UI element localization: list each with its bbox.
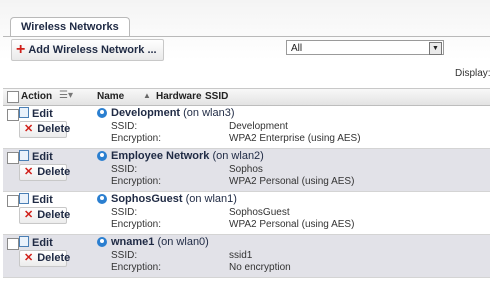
column-header-hardware[interactable]: Hardware bbox=[156, 91, 202, 102]
encryption-label: Encryption: bbox=[111, 133, 162, 144]
edit-label: Edit bbox=[32, 194, 53, 206]
table-header: Action ☰▾ Name ▲ Hardware SSID bbox=[3, 89, 490, 106]
edit-button[interactable]: Edit bbox=[19, 193, 57, 206]
x-icon: ✕ bbox=[24, 209, 34, 221]
add-wireless-network-button[interactable]: + Add Wireless Network ... bbox=[11, 39, 164, 61]
network-interface: (on wlan3) bbox=[180, 107, 235, 119]
x-icon: ✕ bbox=[24, 252, 34, 264]
network-interface: (on wlan0) bbox=[154, 236, 209, 248]
chevron-down-icon[interactable]: ▼ bbox=[429, 42, 442, 55]
encryption-value: No encryption bbox=[229, 262, 291, 273]
wifi-icon bbox=[97, 237, 107, 247]
display-label: Display: bbox=[455, 68, 490, 79]
networks-table: Action ☰▾ Name ▲ Hardware SSID Edit ✕ Dele… bbox=[3, 88, 490, 278]
network-name-bold: Development bbox=[111, 107, 181, 119]
edit-label: Edit bbox=[32, 151, 53, 163]
encryption-value: WPA2 Personal (using AES) bbox=[229, 176, 355, 187]
table-row: Edit ✕ Delete Development (on wlan3) SSID: De… bbox=[3, 106, 490, 149]
tab-wireless-networks[interactable]: Wireless Networks bbox=[10, 17, 130, 37]
delete-label: Delete bbox=[37, 252, 71, 264]
network-name: wname1 (on wlan0) bbox=[111, 236, 209, 248]
edit-label: Edit bbox=[32, 108, 53, 120]
delete-button[interactable]: ✕ Delete bbox=[19, 121, 71, 138]
ssid-label: SSID: bbox=[111, 250, 138, 261]
table-row: Edit ✕ Delete wname1 (on wlan0) SSID: ssid1 En… bbox=[3, 235, 490, 278]
ssid-label: SSID: bbox=[111, 121, 138, 132]
edit-label: Edit bbox=[32, 237, 53, 249]
ssid-value: SophosGuest bbox=[229, 207, 290, 218]
encryption-value: WPA2 Enterprise (using AES) bbox=[229, 133, 361, 144]
filter-select[interactable]: All ▼ bbox=[286, 40, 444, 55]
encryption-label: Encryption: bbox=[111, 262, 162, 273]
delete-label: Delete bbox=[37, 123, 71, 135]
wifi-icon bbox=[97, 194, 107, 204]
tab-divider bbox=[3, 36, 490, 37]
table-row: Edit ✕ Delete Employee Network (on wlan2) SS… bbox=[3, 149, 490, 192]
row-checkbox[interactable] bbox=[7, 152, 19, 164]
add-button-label: Add Wireless Network ... bbox=[28, 44, 157, 56]
edit-button[interactable]: Edit bbox=[19, 236, 57, 249]
network-name-bold: wname1 bbox=[111, 236, 155, 248]
edit-button[interactable]: Edit bbox=[19, 150, 57, 163]
wifi-icon bbox=[97, 151, 107, 161]
encryption-label: Encryption: bbox=[111, 219, 162, 230]
table-row: Edit ✕ Delete SophosGuest (on wlan1) SSID: So… bbox=[3, 192, 490, 235]
ssid-label: SSID: bbox=[111, 164, 138, 175]
window-frame: Wireless Networks + Add Wireless Network … bbox=[0, 0, 490, 290]
delete-label: Delete bbox=[37, 209, 71, 221]
ssid-label: SSID: bbox=[111, 207, 138, 218]
delete-button[interactable]: ✕ Delete bbox=[19, 250, 71, 267]
plus-icon: + bbox=[16, 41, 26, 58]
delete-button[interactable]: ✕ Delete bbox=[19, 207, 71, 224]
network-interface: (on wlan1) bbox=[182, 193, 237, 205]
sort-asc-icon[interactable]: ▲ bbox=[143, 91, 151, 100]
ssid-value: Sophos bbox=[229, 164, 263, 175]
row-checkbox[interactable] bbox=[7, 195, 19, 207]
ssid-value: Development bbox=[229, 121, 288, 132]
column-header-action[interactable]: Action bbox=[21, 91, 52, 102]
network-name: Employee Network (on wlan2) bbox=[111, 150, 264, 162]
row-checkbox[interactable] bbox=[7, 109, 19, 121]
delete-label: Delete bbox=[37, 166, 71, 178]
edit-button[interactable]: Edit bbox=[19, 107, 57, 120]
network-name: SophosGuest (on wlan1) bbox=[111, 193, 237, 205]
column-header-name[interactable]: Name bbox=[97, 91, 124, 102]
network-name: Development (on wlan3) bbox=[111, 107, 235, 119]
pencil-icon bbox=[19, 150, 29, 161]
row-checkbox[interactable] bbox=[7, 238, 19, 250]
x-icon: ✕ bbox=[24, 166, 34, 178]
pencil-icon bbox=[19, 193, 29, 204]
network-interface: (on wlan2) bbox=[209, 150, 264, 162]
encryption-label: Encryption: bbox=[111, 176, 162, 187]
x-icon: ✕ bbox=[24, 123, 34, 135]
wifi-icon bbox=[97, 108, 107, 118]
pencil-icon bbox=[19, 236, 29, 247]
encryption-value: WPA2 Personal (using AES) bbox=[229, 219, 355, 230]
column-header-ssid[interactable]: SSID bbox=[205, 91, 228, 102]
network-name-bold: SophosGuest bbox=[111, 193, 183, 205]
ssid-value: ssid1 bbox=[229, 250, 253, 261]
delete-button[interactable]: ✕ Delete bbox=[19, 164, 71, 181]
select-all-checkbox[interactable] bbox=[7, 91, 19, 103]
filter-selected-value: All bbox=[291, 43, 303, 54]
pencil-icon bbox=[19, 107, 29, 118]
list-icon[interactable]: ☰▾ bbox=[59, 90, 73, 101]
network-name-bold: Employee Network bbox=[111, 150, 210, 162]
